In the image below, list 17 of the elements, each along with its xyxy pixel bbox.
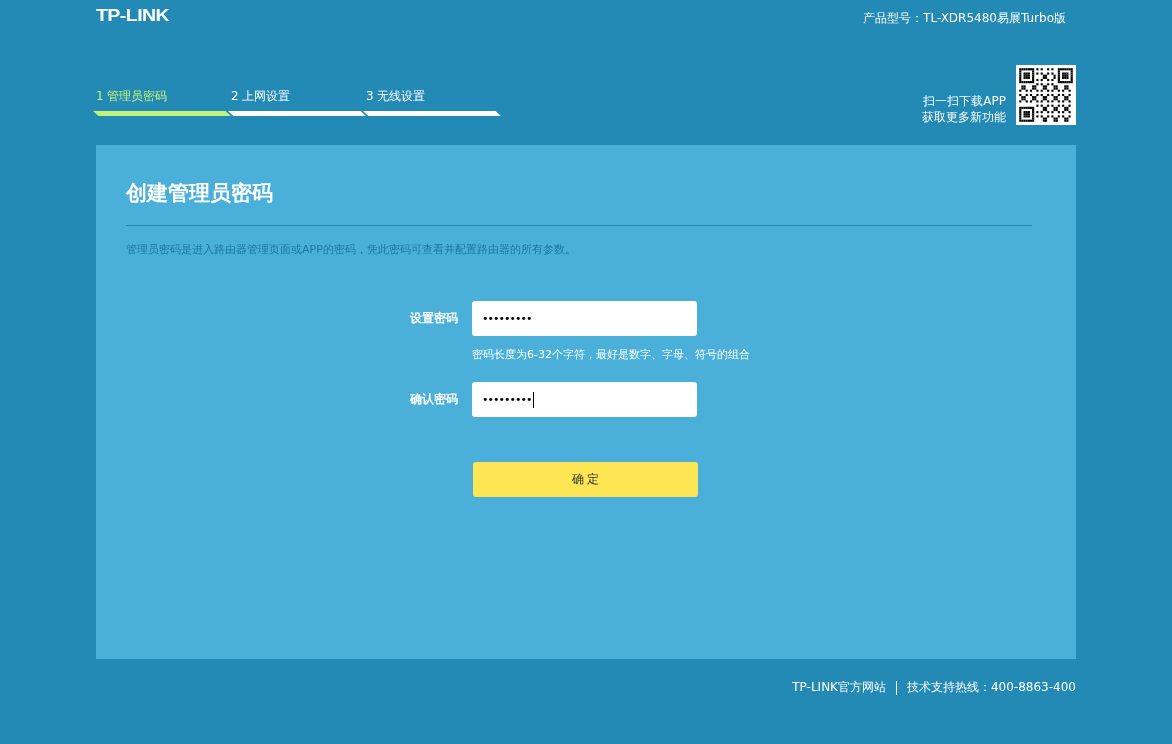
footer-link[interactable]: TP-LINK官方网站 <box>792 679 886 696</box>
step-label: 3 无线设置 <box>366 88 427 105</box>
app-promo-text: 获取更多新功能 <box>922 109 1006 125</box>
step-label: 1 管理员密码 <box>96 88 169 105</box>
password-field[interactable]: ••••••••• <box>472 382 697 417</box>
product-model: 产品型号：TL-XDR5480易展Turbo版 <box>863 10 1066 27</box>
field-label: 设置密码 <box>408 310 458 327</box>
tp-link-logo: TP-LINK <box>96 6 170 26</box>
footer-link[interactable]: 技术支持热线：400-8863-400 <box>907 679 1076 696</box>
field-hint: 密码长度为6-32个字符，最好是数字、字母、符号的组合 <box>472 347 750 362</box>
qr-code-icon <box>1016 65 1076 125</box>
app-promo-text: 扫一扫下载APP <box>923 93 1006 109</box>
step-label: 2 上网设置 <box>231 88 292 105</box>
password-field[interactable]: ••••••••• <box>472 301 697 336</box>
field-label: 确认密码 <box>408 391 458 408</box>
confirm-button[interactable]: 确 定 <box>473 462 698 497</box>
panel-title: 创建管理员密码 <box>126 180 274 207</box>
